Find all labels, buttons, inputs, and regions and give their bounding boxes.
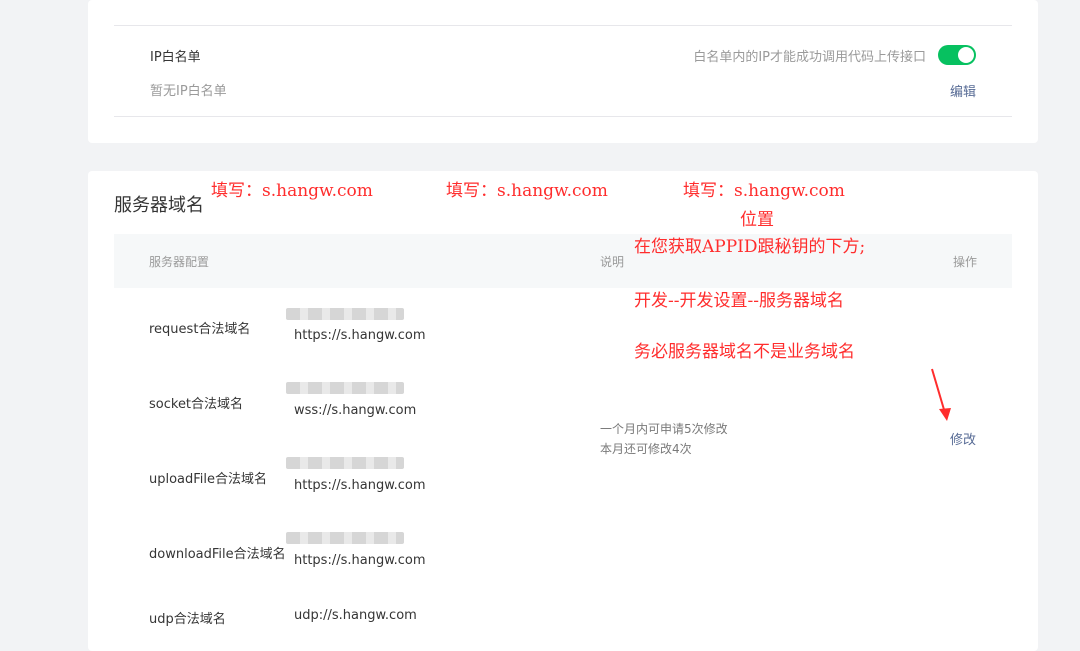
blurred-domain [286,532,404,544]
row-url: https://s.hangw.com [294,328,426,343]
ip-whitelist-toggle[interactable] [938,45,976,65]
row-label: udp合法域名 [149,612,226,627]
ip-whitelist-empty-text: 暂无IP白名单 [150,84,227,99]
desc-line-2: 本月还可修改4次 [600,442,692,456]
divider [114,116,1012,117]
ip-whitelist-note: 白名单内的IP才能成功调用代码上传接口 [693,50,926,65]
row-label: uploadFile合法域名 [149,472,268,487]
annotation-line-1: 在您获取APPID跟秘钥的下方; [634,237,866,257]
column-header-action: 操作 [952,255,977,269]
row-url: https://s.hangw.com [294,478,426,493]
toggle-knob [958,47,974,63]
annotation-fill-3: 填写：s.hangw.com [683,181,845,201]
annotation-fill-2: 填写：s.hangw.com [446,181,608,201]
blurred-domain [286,382,404,394]
row-url: https://s.hangw.com [294,553,426,568]
desc-line-1: 一个月内可申请5次修改 [600,422,728,436]
arrow-icon [931,368,951,421]
annotation-line-2: 开发--开发设置--服务器域名 [634,291,844,311]
modify-link[interactable]: 修改 [950,429,976,448]
ip-whitelist-card: IP白名单 暂无IP白名单 白名单内的IP才能成功调用代码上传接口 编辑 [88,0,1038,143]
row-label: request合法域名 [149,322,251,337]
ip-whitelist-title: IP白名单 [150,50,201,65]
column-header-config: 服务器配置 [149,255,210,269]
server-domain-card: 服务器域名 服务器配置 说明 操作 request合法域名 https://s.… [88,171,1038,651]
table-header: 服务器配置 说明 操作 [114,234,1012,288]
row-label: socket合法域名 [149,397,244,412]
section-title: 服务器域名 [114,195,204,216]
annotation-position: 位置 [740,210,774,230]
blurred-domain [286,308,404,320]
annotation-line-3: 务必服务器域名不是业务域名 [634,342,855,362]
blurred-domain [286,457,404,469]
row-label: downloadFile合法域名 [149,547,286,562]
annotation-fill-1: 填写：s.hangw.com [211,181,373,201]
row-url: wss://s.hangw.com [294,403,417,418]
edit-link[interactable]: 编辑 [950,81,976,100]
column-header-desc: 说明 [600,255,625,269]
row-url: udp://s.hangw.com [294,608,417,623]
divider [114,25,1012,26]
